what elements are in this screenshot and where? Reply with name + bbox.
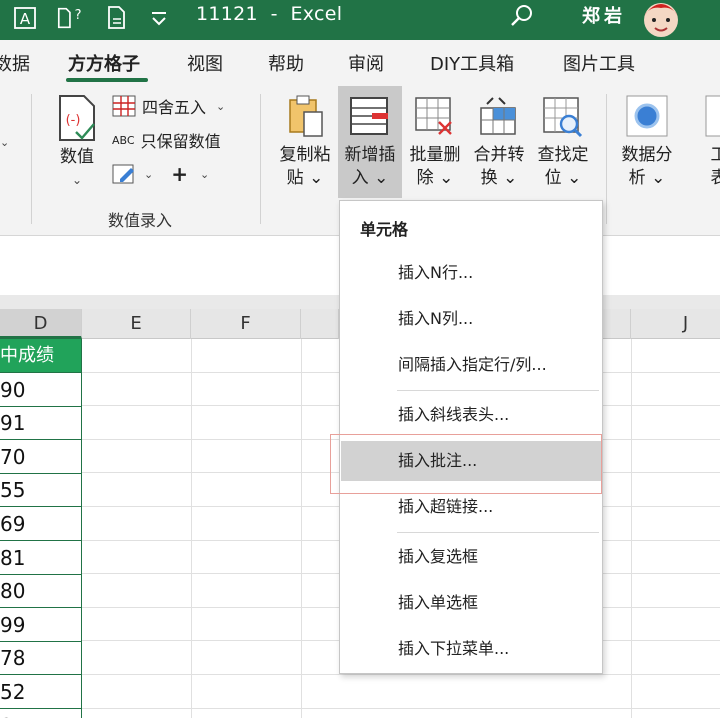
delete-table-icon	[415, 97, 452, 135]
column-d-header-cell[interactable]: 中成绩	[0, 339, 82, 373]
clipboard-icon	[289, 95, 323, 137]
active-tab-indicator	[66, 78, 148, 82]
svg-text:A: A	[20, 10, 31, 28]
avatar[interactable]	[638, 0, 684, 38]
text-box-icon[interactable]: A	[12, 4, 38, 32]
grid-line	[191, 339, 192, 718]
score-cell[interactable]: 81	[0, 540, 82, 575]
column-header-i[interactable]	[603, 309, 631, 339]
edit-table-icon	[112, 164, 134, 184]
merge-convert-button[interactable]: 合并转 换 ⌄	[468, 94, 530, 190]
column-header-d[interactable]: D	[0, 309, 82, 339]
score-cell[interactable]: 90	[0, 372, 82, 407]
batch-delete-button[interactable]: 批量删 除 ⌄	[404, 94, 466, 190]
find-locate-button[interactable]: 查找定 位 ⌄	[532, 94, 594, 190]
window-title: 11121 - Excel	[196, 3, 343, 25]
tools-partial-button[interactable]: 工 表	[704, 94, 720, 190]
tab-fangfang[interactable]: 方方格子	[68, 50, 140, 76]
score-cell[interactable]: 99	[0, 607, 82, 642]
score-cell[interactable]: 91	[0, 406, 82, 441]
grid-line	[631, 339, 632, 718]
svg-text:(-): (-)	[66, 113, 81, 128]
menu-item-insert-n-rows[interactable]: 插入N行...	[341, 253, 601, 293]
tab-review[interactable]: 审阅	[348, 50, 384, 76]
chevron-down-icon[interactable]: ⌄	[0, 136, 9, 149]
numeric-button[interactable]: (-) 数值 ⌄	[50, 94, 104, 192]
search-icon[interactable]	[507, 2, 537, 32]
column-header-e[interactable]: E	[82, 309, 191, 339]
abc-icon: ABC	[112, 133, 135, 147]
numeric-doc-icon: (-)	[59, 95, 95, 141]
score-cell[interactable]: 80	[0, 574, 82, 609]
score-cell[interactable]: 70	[0, 439, 82, 474]
menu-section-header: 单元格	[360, 220, 409, 239]
menu-item-insert-n-columns[interactable]: 插入N列...	[341, 299, 601, 339]
help-doc-icon[interactable]: ?	[56, 4, 82, 32]
score-cell[interactable]: 55	[0, 473, 82, 508]
tab-data[interactable]: 数据	[0, 50, 30, 76]
menu-item-interval-insert[interactable]: 间隔插入指定行/列...	[341, 345, 601, 385]
score-cell[interactable]: 52	[0, 675, 82, 709]
grid-line	[301, 339, 302, 718]
keep-value-button[interactable]: ABC 只保留数值	[112, 128, 221, 152]
menu-item-insert-radio[interactable]: 插入单选框	[341, 583, 601, 623]
edit-format-button[interactable]: ⌄ + ⌄	[112, 162, 209, 186]
chevron-down-icon: ⌄	[216, 99, 226, 113]
ribbon-separator	[31, 94, 32, 224]
score-cell[interactable]: 78	[0, 641, 82, 676]
data-analysis-button[interactable]: 数据分 析 ⌄	[616, 94, 678, 190]
find-table-icon	[543, 97, 583, 138]
tab-help[interactable]: 帮助	[268, 50, 304, 76]
tab-picture-tools[interactable]: 图片工具	[563, 50, 635, 76]
menu-item-insert-diagonal-header[interactable]: 插入斜线表头...	[341, 395, 601, 435]
menu-separator	[397, 532, 599, 533]
ribbon-tabs: 数据 方方格子 视图 帮助 审阅 DIY工具箱 图片工具	[0, 40, 720, 86]
menu-separator	[397, 390, 599, 391]
svg-text:?: ?	[75, 8, 82, 23]
user-name[interactable]: 郑岩	[582, 2, 626, 28]
title-bar: A ? 11121 - Excel 郑岩	[0, 0, 720, 40]
column-header-j[interactable]: J	[631, 309, 720, 339]
plus-icon[interactable]: +	[171, 162, 188, 186]
customize-qat-icon[interactable]	[146, 4, 172, 32]
column-header-g[interactable]	[301, 309, 339, 339]
column-header-f[interactable]: F	[191, 309, 301, 339]
chevron-down-icon: ⌄	[144, 167, 154, 181]
tab-view[interactable]: 视图	[187, 50, 223, 76]
menu-item-insert-dropdown[interactable]: 插入下拉菜单...	[341, 629, 601, 669]
round-button[interactable]: 四舍五入 ⌄	[112, 94, 225, 118]
menu-item-insert-checkbox[interactable]: 插入复选框	[341, 537, 601, 577]
ribbon-separator	[606, 94, 607, 224]
analysis-icon	[626, 95, 668, 137]
insert-rows-icon	[350, 97, 388, 135]
chevron-down-icon: ⌄	[199, 167, 210, 181]
ribbon-separator	[260, 94, 261, 224]
round-table-icon	[112, 95, 136, 117]
score-cell[interactable]: 87	[0, 708, 82, 718]
grid-line	[82, 707, 720, 709]
group-label-numeric-entry: 数值录入	[108, 211, 173, 230]
grid-line	[82, 674, 720, 675]
partial-tool-icon	[705, 95, 720, 137]
merge-icon	[480, 97, 516, 135]
score-cell[interactable]: 69	[0, 507, 82, 541]
highlight-annotation-box	[330, 434, 602, 494]
copy-paste-button[interactable]: 复制粘 贴 ⌄	[274, 94, 336, 190]
insert-button[interactable]: 新增插 入 ⌄	[338, 86, 402, 198]
document-sync-icon[interactable]	[104, 4, 130, 32]
tab-diy-toolbox[interactable]: DIY工具箱	[430, 50, 514, 76]
